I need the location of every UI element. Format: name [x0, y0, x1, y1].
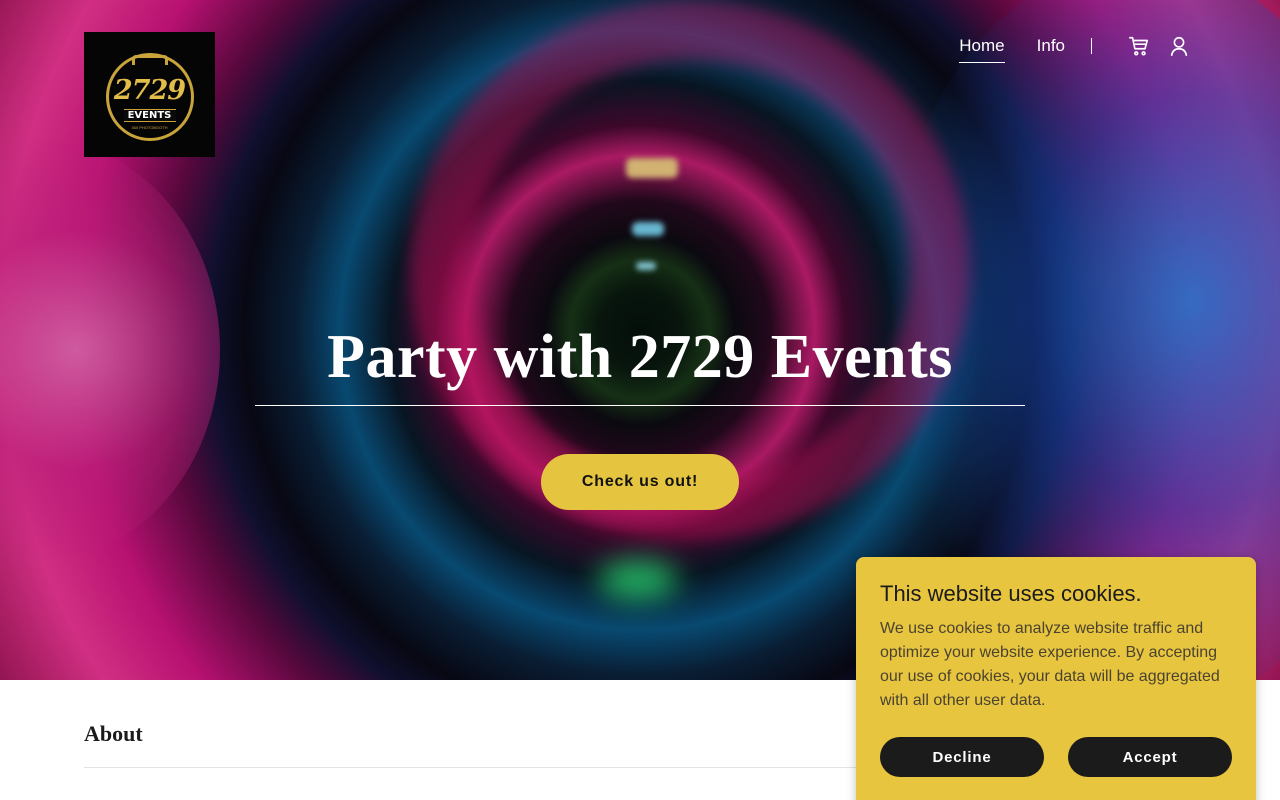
user-icon[interactable]: [1168, 35, 1190, 57]
nav-item-info[interactable]: Info: [1037, 34, 1065, 58]
logo-tagline: 360 PHOTOBOOTH: [131, 124, 168, 130]
cookie-banner-actions: Decline Accept: [880, 737, 1232, 777]
hero-divider: [255, 405, 1025, 406]
decline-button[interactable]: Decline: [880, 737, 1044, 777]
logo-word: EVENTS: [123, 108, 176, 122]
nav-divider: [1091, 38, 1092, 54]
check-us-out-button[interactable]: Check us out!: [541, 454, 739, 510]
logo-number: 2729: [113, 74, 186, 106]
cookie-banner: This website uses cookies. We use cookie…: [856, 557, 1256, 800]
main-nav: Home Info: [927, 34, 1190, 63]
hero-title: Party with 2729 Events: [327, 323, 953, 391]
site-logo[interactable]: 2729 EVENTS 360 PHOTOBOOTH: [84, 32, 215, 157]
about-heading: About: [84, 721, 143, 746]
logo-emblem: 2729 EVENTS 360 PHOTOBOOTH: [102, 47, 198, 143]
cookie-banner-title: This website uses cookies.: [880, 581, 1142, 606]
cookie-banner-text: We use cookies to analyze website traffi…: [880, 620, 1220, 709]
cart-icon[interactable]: [1128, 35, 1150, 57]
accept-button[interactable]: Accept: [1068, 737, 1232, 777]
camera-icon: [131, 54, 168, 65]
nav-item-home[interactable]: Home: [959, 34, 1006, 63]
